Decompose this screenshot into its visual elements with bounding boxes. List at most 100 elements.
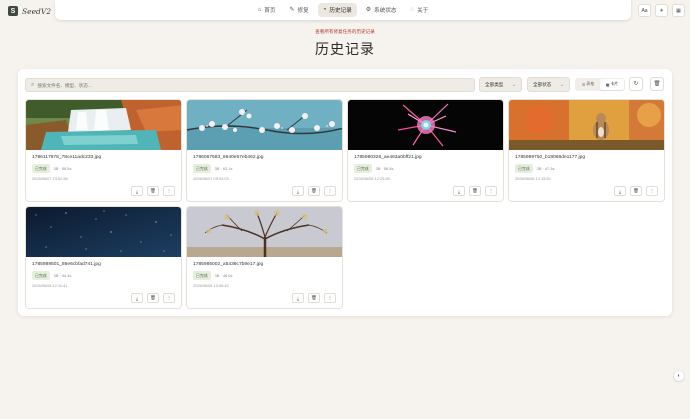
card-actions: ⤓ 🗑 ⋮ <box>453 186 497 196</box>
delete-button[interactable]: 🗑 <box>630 186 642 196</box>
status-badge: 已完成 <box>193 271 211 280</box>
more-button[interactable]: ⋮ <box>324 293 336 303</box>
list-icon: ☰ <box>582 83 586 87</box>
app-logo-icon: S <box>8 6 18 16</box>
more-icon: ⋮ <box>327 188 333 193</box>
status-badge: 已完成 <box>515 164 533 173</box>
download-button[interactable]: ⤓ <box>131 293 143 303</box>
card-meta-row: 已完成 3B · 58.5s <box>32 164 71 173</box>
view-list-button[interactable]: ☰ 表格 <box>576 79 600 90</box>
search-box[interactable]: ⌕ <box>25 78 475 92</box>
font-size-button[interactable]: Aa <box>638 4 651 17</box>
thumbnail-starry-sky-image[interactable] <box>26 207 181 257</box>
home-icon: ⌂ <box>257 7 262 13</box>
type-filter-select[interactable]: 全部类型 ⌄ <box>479 77 522 92</box>
card-actions: ⤓ 🗑 ⋮ <box>614 186 658 196</box>
download-icon: ⤓ <box>619 188 621 194</box>
history-card[interactable]: 1785989750_b19068de1177.jpg 已完成 3B · 47.… <box>508 99 665 202</box>
more-button[interactable]: ⋮ <box>485 186 497 196</box>
download-button[interactable]: ⤓ <box>292 293 304 303</box>
search-input[interactable] <box>37 82 458 88</box>
more-button[interactable]: ⋮ <box>646 186 658 196</box>
file-name: 1785989501_86e6cbfad741.jpg <box>32 262 101 267</box>
model-duration: 3B · 47.3s <box>536 166 555 171</box>
trash-icon: 🗑 <box>653 81 661 87</box>
thumbnail-tree-image[interactable] <box>187 207 342 257</box>
nav-item-label: 修复 <box>297 8 309 14</box>
view-toggle: ☰ 表格 ▦ 卡片 <box>575 78 625 91</box>
card-meta-row: 已完成 3B · 63.1s <box>193 164 232 173</box>
download-button[interactable]: ⤓ <box>292 186 304 196</box>
theme-toggle-button[interactable]: ☀ <box>655 4 668 17</box>
model-duration: 3B · 56.5s <box>375 166 394 171</box>
info-icon: ◌ <box>410 7 415 13</box>
more-button[interactable]: ⋮ <box>163 293 175 303</box>
history-card[interactable]: 1786067583_6640e57eb462.jpg 已完成 3B · 63.… <box>186 99 343 202</box>
nav-item-repair[interactable]: ✎ 修复 <box>285 3 314 17</box>
nav-item-home[interactable]: ⌂ 首页 <box>253 3 281 17</box>
status-badge: 已完成 <box>193 164 211 173</box>
more-icon: ⋮ <box>488 188 494 193</box>
download-button[interactable]: ⤓ <box>614 186 626 196</box>
toolbar-buttons: Aa ☀ ▦ <box>638 4 685 17</box>
more-icon: ⋮ <box>166 188 172 193</box>
thumbnail-burst-image[interactable] <box>348 100 503 150</box>
page-subtitle: 查看所有修复任务的历史记录 <box>315 29 375 34</box>
card-actions: ⤓ 🗑 ⋮ <box>131 293 175 303</box>
download-icon: ⤓ <box>136 295 138 301</box>
status-filter-select[interactable]: 全部状态 ⌄ <box>527 77 570 92</box>
floating-action-button[interactable]: ◐ <box>674 371 684 381</box>
thumbnail-chipmunk-image[interactable] <box>509 100 664 150</box>
app-brand[interactable]: S SeedV2 <box>8 5 51 17</box>
top-navigation: ⌂ 首页 ✎ 修复 ◔ 历史记录 ⚙ 系统状态 ◌ 关于 <box>55 0 631 20</box>
nav-item-about[interactable]: ◌ 关于 <box>406 3 434 17</box>
refresh-icon: ↻ <box>633 81 639 87</box>
file-name: 1785985002_a5439c7b9e17.jpg <box>193 262 264 267</box>
file-name: 1785989750_b19068de1177.jpg <box>515 155 586 160</box>
timestamp: 2026/06/07 09:53:03 <box>193 176 229 181</box>
history-card[interactable]: 1785990326_ae463a0bff21.jpg 已完成 3B · 56.… <box>347 99 504 202</box>
more-button[interactable]: ⋮ <box>324 186 336 196</box>
nav-item-history[interactable]: ◔ 历史记录 <box>317 3 357 17</box>
file-name: 1786117978_78ce11adc233.jpg <box>32 155 102 160</box>
nav-item-label: 历史记录 <box>329 8 352 14</box>
trash-icon: 🗑 <box>311 188 317 193</box>
clear-history-button[interactable]: 🗑 <box>650 77 664 91</box>
download-button[interactable]: ⤓ <box>453 186 465 196</box>
nav-item-label: 系统状态 <box>374 8 397 14</box>
view-grid-label: 卡片 <box>610 82 619 86</box>
timestamp: 2026/06/06 12:11:41 <box>32 283 68 288</box>
more-icon: ⋮ <box>649 188 655 193</box>
download-icon: ⤓ <box>458 188 460 194</box>
delete-button[interactable]: 🗑 <box>147 186 159 196</box>
more-icon: ⋮ <box>166 295 172 300</box>
timestamp: 2026/06/06 12:25:26 <box>354 176 390 181</box>
delete-button[interactable]: 🗑 <box>147 293 159 303</box>
model-duration: 3B · 63.1s <box>214 166 233 171</box>
more-button[interactable]: ⋮ <box>163 186 175 196</box>
history-card[interactable]: 1785989501_86e6cbfad741.jpg 已完成 3B · 44.… <box>25 206 182 309</box>
thumbnail-blossom-image[interactable] <box>187 100 342 150</box>
timestamp: 2026/06/06 10:56:42 <box>193 283 229 288</box>
delete-button[interactable]: 🗑 <box>469 186 481 196</box>
delete-button[interactable]: 🗑 <box>308 186 320 196</box>
download-button[interactable]: ⤓ <box>131 186 143 196</box>
clock-icon: ◔ <box>322 7 327 13</box>
view-grid-button[interactable]: ▦ 卡片 <box>600 79 624 90</box>
layout-button[interactable]: ▦ <box>672 4 685 17</box>
status-badge: 已完成 <box>354 164 372 173</box>
gear-icon: ⚙ <box>365 7 372 13</box>
history-card[interactable]: 1785985002_a5439c7b9e17.jpg 已完成 3B · 48.… <box>186 206 343 309</box>
refresh-button[interactable]: ↻ <box>629 77 643 91</box>
history-card[interactable]: 1786117978_78ce11adc233.jpg 已完成 3B · 58.… <box>25 99 182 202</box>
sun-icon: ☀ <box>659 7 664 14</box>
download-icon: ⤓ <box>297 188 299 194</box>
thumbnail-waterfall-image[interactable] <box>26 100 181 150</box>
delete-button[interactable]: 🗑 <box>308 293 320 303</box>
trash-icon: 🗑 <box>150 188 156 193</box>
nav-item-status[interactable]: ⚙ 系统状态 <box>361 3 402 17</box>
chevron-down-icon: ⌄ <box>559 81 564 88</box>
grid-icon: ▦ <box>676 7 681 14</box>
type-filter-value: 全部类型 <box>485 81 504 87</box>
file-name: 1786067583_6640e57eb462.jpg <box>193 155 264 160</box>
